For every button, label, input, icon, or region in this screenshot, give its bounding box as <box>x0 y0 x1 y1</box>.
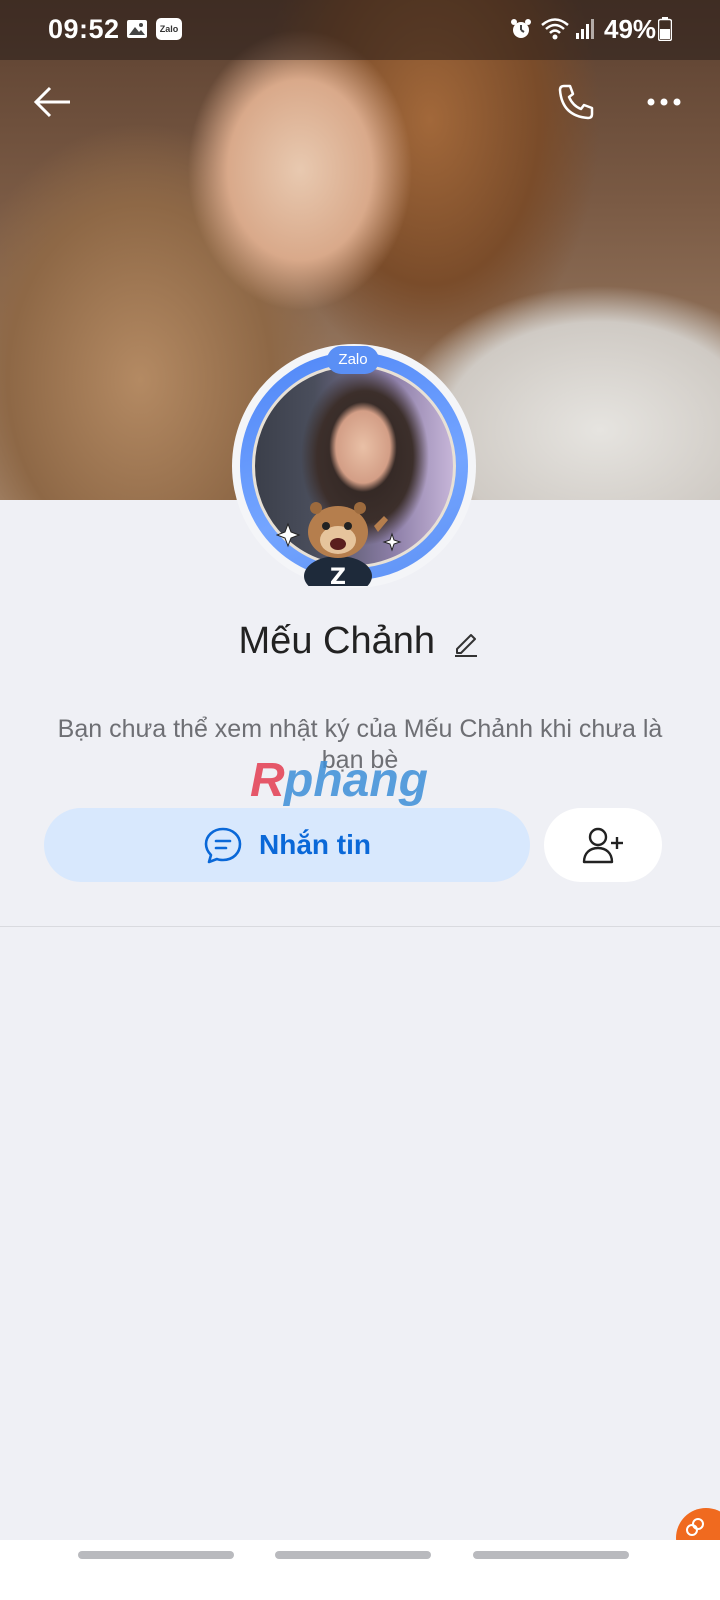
signal-icon <box>576 19 594 39</box>
svg-text:Z: Z <box>330 565 346 586</box>
svg-text:R: R <box>250 754 285 807</box>
chat-bubble-icon <box>204 827 242 864</box>
nav-home-button[interactable] <box>275 1551 431 1559</box>
system-nav-bar <box>0 1540 720 1600</box>
status-bar: 09:52 Zalo 49% <box>0 0 720 58</box>
profile-name: Mếu Chảnh <box>238 620 435 662</box>
add-user-icon <box>582 827 623 864</box>
wifi-icon <box>541 18 569 40</box>
back-button[interactable] <box>30 82 74 122</box>
edit-name-icon[interactable] <box>451 627 481 657</box>
battery-icon <box>658 17 672 41</box>
svg-text:phang: phang <box>282 754 428 807</box>
alarm-icon <box>511 19 531 38</box>
nav-back-button[interactable] <box>473 1551 629 1559</box>
zalo-badge: Zalo <box>327 346 379 374</box>
call-button[interactable] <box>554 80 598 124</box>
name-row: Mếu Chảnh <box>0 620 720 676</box>
more-options-button[interactable] <box>644 84 684 120</box>
section-divider <box>0 926 720 927</box>
add-friend-button[interactable] <box>544 808 662 882</box>
gallery-icon <box>127 20 147 38</box>
message-button[interactable]: Nhắn tin <box>44 808 530 882</box>
watermark-logo: R phang <box>250 754 428 807</box>
mascot-sticker-icon: Z <box>276 502 402 586</box>
status-time: 09:52 <box>48 14 120 44</box>
message-button-label: Nhắn tin <box>259 829 371 860</box>
battery-percentage: 49% <box>604 14 657 44</box>
nav-recents-button[interactable] <box>78 1551 234 1559</box>
zalo-notification-icon: Zalo <box>156 18 182 40</box>
